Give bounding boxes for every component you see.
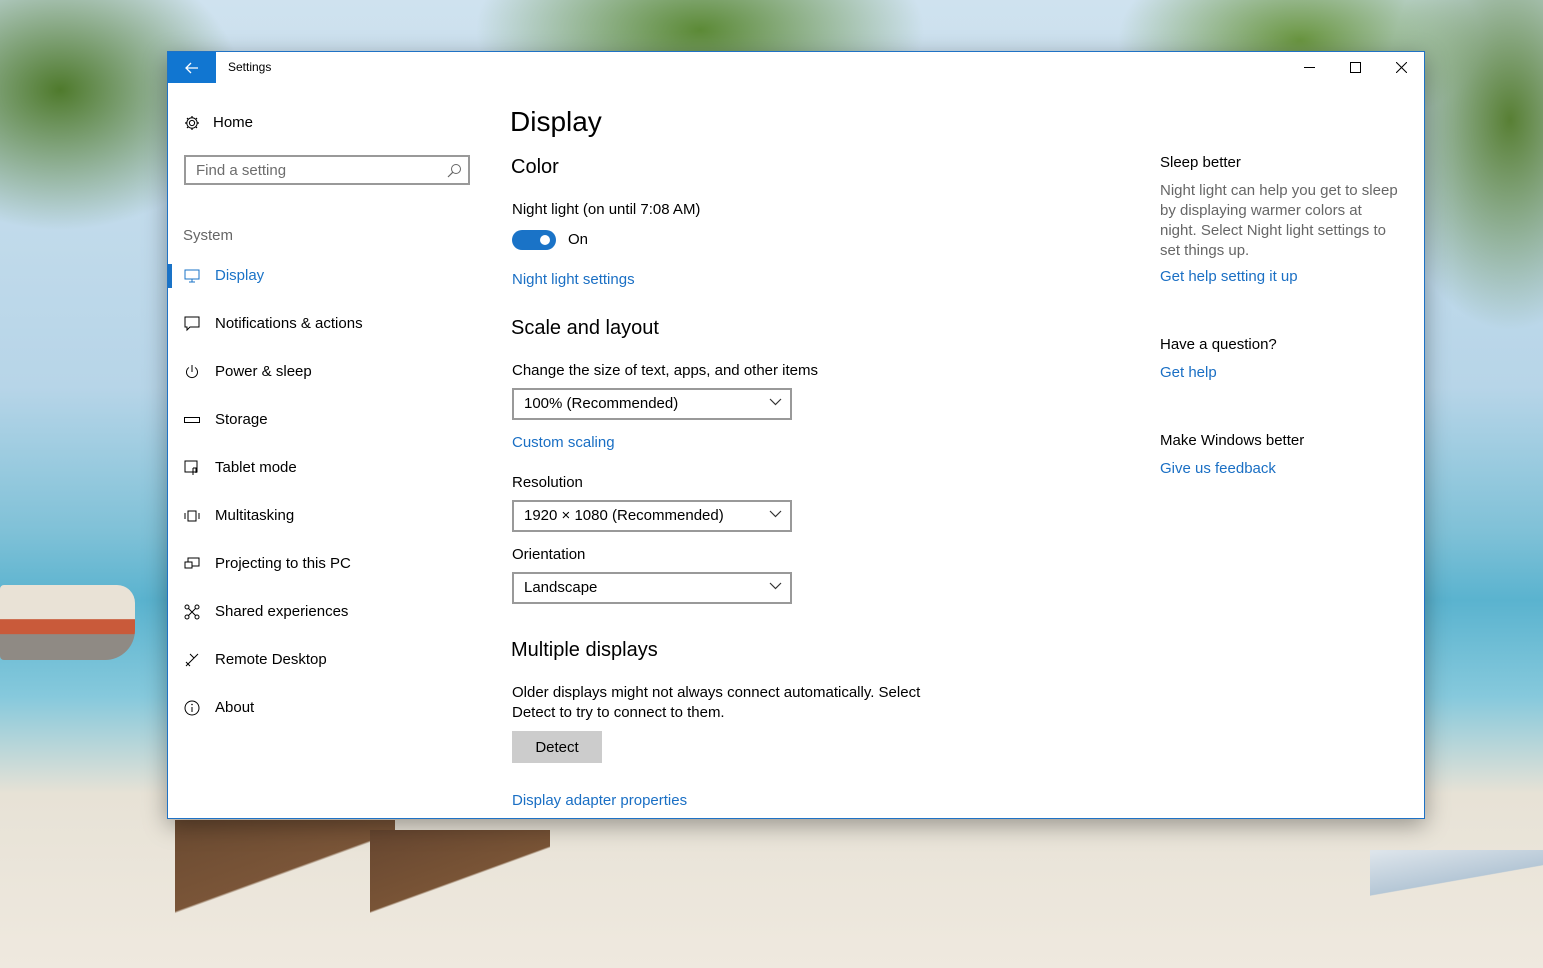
chevron-down-icon — [769, 510, 782, 518]
resolution-value: 1920 × 1080 (Recommended) — [524, 507, 724, 524]
give-feedback-link[interactable]: Give us feedback — [1160, 460, 1276, 477]
sidebar-item-notifications[interactable]: Notifications & actions — [168, 300, 488, 348]
sidebar-item-label: Notifications & actions — [215, 315, 363, 332]
sidebar-nav: Display Notifications & actions Power & … — [168, 252, 488, 732]
remote-desktop-icon — [184, 652, 200, 668]
page-title: Display — [510, 106, 602, 137]
close-icon — [1395, 62, 1407, 73]
night-light-settings-link[interactable]: Night light settings — [512, 271, 635, 288]
size-label: Change the size of text, apps, and other… — [512, 362, 819, 379]
multitasking-icon — [184, 508, 200, 524]
scale-layout-heading: Scale and layout — [511, 317, 659, 339]
chevron-down-icon — [769, 398, 782, 406]
shared-icon — [184, 604, 200, 620]
search-icon — [447, 164, 461, 178]
sleep-better-description: Night light can help you get to sleep by… — [1160, 182, 1398, 259]
toggle-state-label: On — [568, 231, 589, 248]
search-input[interactable] — [186, 157, 436, 183]
sidebar-item-label: Projecting to this PC — [215, 555, 351, 572]
maximize-icon — [1349, 62, 1361, 73]
orientation-value: Landscape — [524, 579, 598, 596]
storage-icon — [184, 412, 200, 428]
multiple-displays-desc-line1: Older displays might not always connect … — [512, 684, 921, 701]
scale-value: 100% (Recommended) — [524, 395, 679, 412]
sidebar-item-label: About — [215, 699, 255, 716]
monitor-icon — [184, 268, 200, 284]
sidebar-item-label: Shared experiences — [215, 603, 349, 620]
toggle-knob — [540, 235, 550, 245]
get-help-link[interactable]: Get help — [1160, 364, 1217, 381]
night-light-label: Night light (on until 7:08 AM) — [512, 201, 701, 218]
have-a-question-heading: Have a question? — [1160, 336, 1277, 353]
sleep-better-heading: Sleep better — [1160, 154, 1241, 171]
speech-bubble-icon — [184, 316, 200, 332]
sidebar-item-label: Tablet mode — [215, 459, 297, 476]
sidebar-item-about[interactable]: About — [168, 684, 488, 732]
window-title: Settings — [228, 60, 272, 74]
home-link[interactable]: Home — [184, 114, 253, 131]
orientation-dropdown[interactable]: Landscape — [512, 572, 792, 604]
home-label: Home — [213, 114, 254, 131]
get-help-setting-up-link[interactable]: Get help setting it up — [1160, 268, 1298, 285]
sidebar-item-tablet-mode[interactable]: Tablet mode — [168, 444, 488, 492]
background-lounger — [1370, 850, 1543, 910]
maximize-button[interactable] — [1332, 52, 1378, 83]
sidebar-item-power-sleep[interactable]: Power & sleep — [168, 348, 488, 396]
make-windows-better-heading: Make Windows better — [1160, 432, 1305, 449]
sidebar-item-shared-experiences[interactable]: Shared experiences — [168, 588, 488, 636]
back-button[interactable] — [168, 52, 216, 83]
chevron-down-icon — [769, 582, 782, 590]
sidebar-item-label: Power & sleep — [215, 363, 312, 380]
custom-scaling-link[interactable]: Custom scaling — [512, 434, 615, 451]
close-button[interactable] — [1378, 52, 1424, 83]
sidebar-item-label: Display — [215, 267, 265, 284]
background-beach-chair — [175, 820, 395, 968]
gear-icon — [185, 115, 199, 130]
sidebar-item-storage[interactable]: Storage — [168, 396, 488, 444]
minimize-icon — [1303, 67, 1315, 68]
display-adapter-properties-link[interactable]: Display adapter properties — [512, 792, 687, 809]
sidebar-item-label: Remote Desktop — [215, 651, 327, 668]
orientation-label: Orientation — [512, 546, 586, 563]
minimize-button[interactable] — [1286, 52, 1332, 83]
info-icon — [184, 700, 200, 716]
search-box[interactable] — [184, 155, 470, 185]
projecting-icon — [184, 556, 200, 572]
sidebar-item-label: Storage — [215, 411, 268, 428]
power-icon — [184, 364, 200, 380]
sidebar-item-projecting[interactable]: Projecting to this PC — [168, 540, 488, 588]
background-boat — [0, 585, 135, 660]
multiple-displays-desc-line2: Detect to try to connect to them. — [512, 704, 725, 721]
color-heading: Color — [511, 156, 559, 178]
multiple-displays-heading: Multiple displays — [511, 639, 658, 661]
sidebar-item-remote-desktop[interactable]: Remote Desktop — [168, 636, 488, 684]
tablet-icon — [184, 460, 200, 476]
detect-button[interactable]: Detect — [512, 731, 602, 763]
scale-dropdown[interactable]: 100% (Recommended) — [512, 388, 792, 420]
background-beach-chair — [370, 830, 550, 968]
sidebar-section-label: System — [183, 227, 234, 244]
settings-window: Settings Home System Dis — [167, 51, 1425, 819]
night-light-toggle[interactable] — [512, 230, 556, 250]
resolution-dropdown[interactable]: 1920 × 1080 (Recommended) — [512, 500, 792, 532]
sidebar-item-label: Multitasking — [215, 507, 295, 524]
arrow-left-icon — [185, 62, 198, 73]
title-bar: Settings — [168, 52, 1424, 83]
sidebar-item-display[interactable]: Display — [168, 252, 488, 300]
resolution-label: Resolution — [512, 474, 583, 491]
sidebar-item-multitasking[interactable]: Multitasking — [168, 492, 488, 540]
